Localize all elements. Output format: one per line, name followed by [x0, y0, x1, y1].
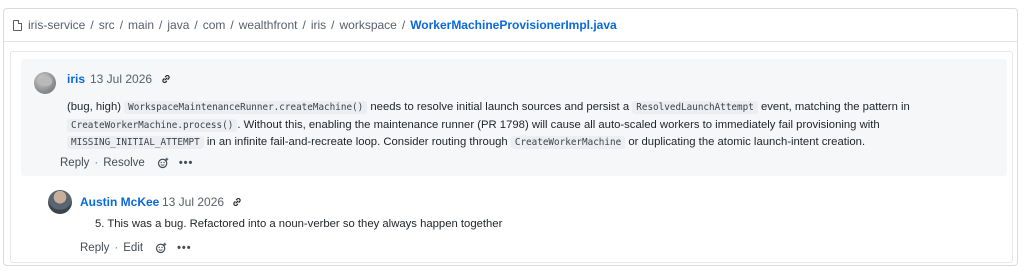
comment-body: (bug, high) WorkspaceMaintenanceRunner.c… [67, 101, 910, 150]
breadcrumb-part[interactable]: src [99, 18, 115, 32]
more-icon[interactable]: ••• [179, 157, 194, 169]
breadcrumb-part[interactable]: wealthfront [239, 18, 298, 32]
reply-button[interactable]: Reply [80, 242, 109, 254]
comment-author[interactable]: iris [67, 72, 85, 86]
review-thread-card: iris-service / src / main / java / com / weal… [3, 8, 1018, 266]
file-path-bar: iris-service / src / main / java / com / weal… [4, 9, 1017, 42]
link-icon[interactable] [232, 197, 242, 207]
comment-thread: iris 13 Jul 2026 (bug, high) WorkspaceMa… [10, 51, 1013, 263]
inline-code: ResolvedLaunchAttempt [632, 101, 758, 114]
edit-button[interactable]: Edit [123, 242, 143, 254]
comment-date: 13 Jul 2026 [90, 72, 153, 86]
breadcrumb-part[interactable]: iris [311, 18, 326, 32]
inline-code: CreateWorkerMachine.process() [67, 118, 238, 132]
avatar[interactable] [34, 72, 56, 94]
inline-code: MISSING_INITIAL_ATTEMPT [67, 136, 204, 150]
breadcrumb-part[interactable]: java [167, 18, 189, 32]
breadcrumb-part[interactable]: com [203, 18, 226, 32]
comment-actions: Reply · Edit ••• [80, 242, 192, 254]
comment-author[interactable]: Austin McKee [80, 195, 159, 209]
reply-button[interactable]: Reply [60, 157, 89, 169]
breadcrumb-part[interactable]: iris-service [28, 18, 85, 32]
file-icon [13, 19, 22, 31]
inline-code: WorkspaceMaintenanceRunner.createMachine… [124, 101, 368, 114]
comment-actions: Reply · Resolve ••• [60, 157, 194, 169]
comment-date: 13 Jul 2026 [162, 195, 225, 209]
breadcrumb-part[interactable]: main [128, 18, 154, 32]
emoji-icon[interactable] [155, 242, 167, 254]
resolve-button[interactable]: Resolve [103, 157, 145, 169]
more-icon[interactable]: ••• [177, 242, 192, 254]
avatar[interactable] [48, 190, 72, 214]
link-icon[interactable] [161, 74, 171, 84]
comment-body: 5. This was a bug. Refactored into a nou… [95, 218, 503, 230]
inline-code: CreateWorkerMachine [510, 136, 626, 150]
breadcrumb-part[interactable]: workspace [339, 18, 396, 32]
emoji-icon[interactable] [157, 157, 169, 169]
breadcrumb-current-file[interactable]: WorkerMachineProvisionerImpl.java [410, 18, 617, 32]
